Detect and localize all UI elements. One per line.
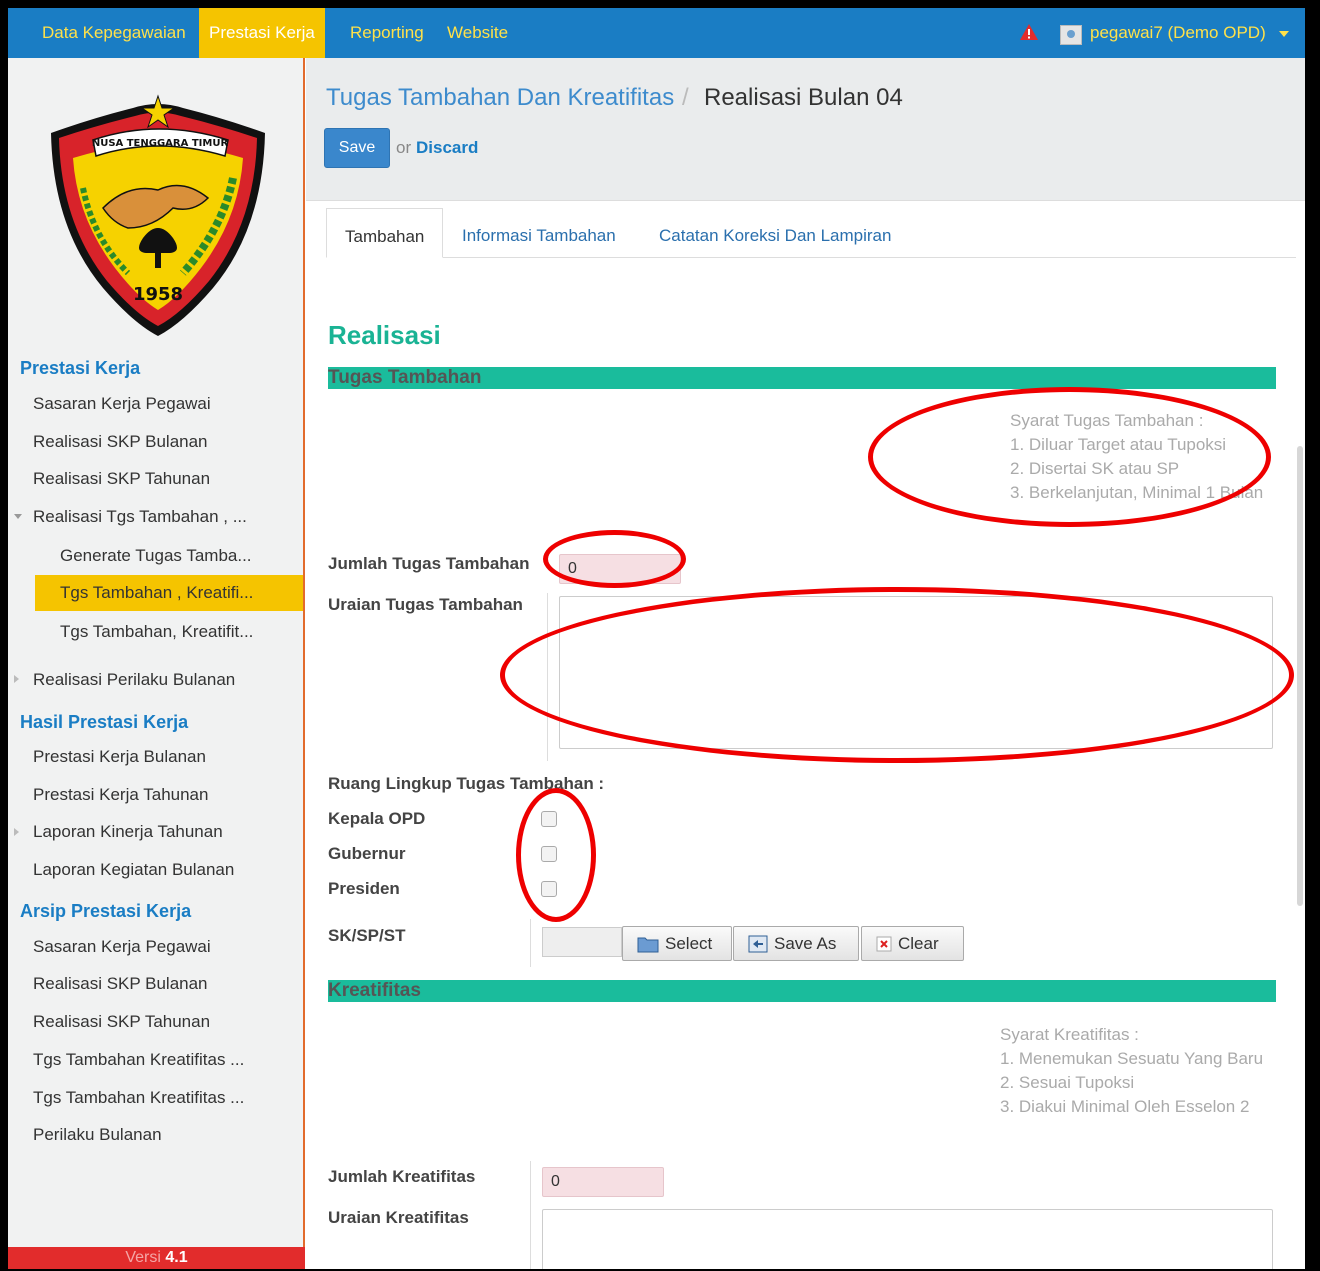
jumlah-tugas-label: Jumlah Tugas Tambahan [328, 554, 530, 573]
nav-data-kepegawaian[interactable]: Data Kepegawaian [32, 8, 196, 58]
save-button[interactable]: Save [324, 128, 390, 168]
clear-button[interactable]: Clear [861, 926, 964, 961]
save-as-button[interactable]: Save As [733, 926, 859, 961]
annotation-ellipse-jumlah [543, 530, 686, 588]
user-menu[interactable]: pegawai7 (Demo OPD) [1090, 8, 1266, 58]
caret-down-icon[interactable] [1279, 31, 1289, 37]
annotation-ellipse-uraian [500, 587, 1294, 763]
scrollbar[interactable] [1297, 446, 1303, 906]
clear-label: Clear [898, 933, 939, 953]
nav-reporting[interactable]: Reporting [340, 8, 434, 58]
warning-icon[interactable] [1019, 23, 1039, 41]
sidebar-item-realisasi-perilaku[interactable]: Realisasi Perilaku Bulanan [33, 670, 235, 690]
sidebar-item-realisasi-skp-bulanan[interactable]: Realisasi SKP Bulanan [33, 432, 208, 452]
folder-icon [637, 937, 659, 952]
sidebar-section-hasil[interactable]: Hasil Prestasi Kerja [20, 712, 188, 733]
expand-right-icon[interactable] [14, 675, 19, 683]
breadcrumb-separator: / [682, 84, 689, 111]
note-line: 3. Diakui Minimal Oleh Esselon 2 [1000, 1097, 1250, 1116]
sk-file-display [542, 927, 622, 957]
page-header: Tugas Tambahan Dan Kreatifitas / Realisa… [306, 58, 1305, 201]
ntt-crest-logo: NUSA TENGGARA TIMUR 1958 [51, 94, 265, 336]
save-as-icon [748, 935, 768, 952]
sk-label: SK/SP/ST [328, 926, 406, 945]
checkbox-label-gubernur: Gubernur [328, 844, 406, 863]
sidebar-item-laporan-kinerja[interactable]: Laporan Kinerja Tahunan [33, 822, 223, 842]
or-text: or [396, 138, 412, 157]
sidebar-item-realisasi-skp-tahunan[interactable]: Realisasi SKP Tahunan [33, 469, 210, 489]
logo-year: 1958 [133, 284, 183, 305]
page-title: Realisasi Bulan 04 [704, 84, 903, 111]
section-title: Realisasi [328, 320, 441, 350]
uraian-tugas-label: Uraian Tugas Tambahan [328, 595, 523, 614]
sidebar-item-prestasi-tahunan[interactable]: Prestasi Kerja Tahunan [33, 785, 208, 805]
sidebar-item-realisasi-tgs-tambahan[interactable]: Realisasi Tgs Tambahan , ... [33, 507, 247, 527]
sidebar-item-arsip-skp-bulanan[interactable]: Realisasi SKP Bulanan [33, 974, 208, 994]
uraian-kreatifitas-textarea[interactable] [542, 1209, 1273, 1269]
checkbox-label-kepala-opd: Kepala OPD [328, 809, 426, 828]
sidebar-section-prestasi-kerja[interactable]: Prestasi Kerja [20, 358, 140, 379]
form-content: Tambahan Informasi Tambahan Catatan Kore… [306, 201, 1305, 1269]
tab-catatan-koreksi[interactable]: Catatan Koreksi Dan Lampiran [641, 208, 909, 258]
uraian-kreatifitas-label: Uraian Kreatifitas [328, 1208, 469, 1227]
sidebar-item-arsip-sasaran[interactable]: Sasaran Kerja Pegawai [33, 937, 211, 957]
nav-website[interactable]: Website [437, 8, 518, 58]
sidebar-item-prestasi-bulanan[interactable]: Prestasi Kerja Bulanan [33, 747, 206, 767]
sidebar-subitem-tgs-tambahan-2[interactable]: Tgs Tambahan, Kreatifit... [60, 622, 253, 642]
nav-prestasi-kerja[interactable]: Prestasi Kerja [199, 8, 325, 58]
select-file-button[interactable]: Select [622, 926, 732, 961]
sidebar-subitem-tgs-tambahan-active[interactable]: Tgs Tambahan , Kreatifi... [35, 575, 303, 611]
field-divider [530, 919, 531, 967]
sidebar-subitem-generate[interactable]: Generate Tugas Tamba... [60, 546, 252, 566]
tab-bar: Tambahan Informasi Tambahan Catatan Kore… [326, 208, 1296, 258]
note-line: 1. Menemukan Sesuatu Yang Baru [1000, 1049, 1264, 1068]
clear-x-icon [876, 936, 892, 951]
sidebar: NUSA TENGGARA TIMUR 1958 Prestasi Kerja … [8, 58, 305, 1269]
select-label: Select [665, 933, 713, 953]
tugas-tambahan-bar: Tugas Tambahan [328, 367, 1276, 389]
jumlah-kreatifitas-input[interactable] [542, 1167, 664, 1197]
sidebar-item-arsip-tgs-2[interactable]: Tgs Tambahan Kreatifitas ... [33, 1088, 244, 1108]
version-number: 4.1 [165, 1249, 188, 1266]
field-divider [530, 1161, 531, 1269]
note-line: 2. Sesuai Tupoksi [1000, 1073, 1135, 1092]
sidebar-item-sasaran-kerja[interactable]: Sasaran Kerja Pegawai [33, 394, 211, 414]
logo-ribbon-text: NUSA TENGGARA TIMUR [92, 138, 229, 149]
annotation-ellipse-requirements [868, 387, 1271, 527]
user-avatar-icon[interactable] [1060, 25, 1082, 45]
breadcrumb-link[interactable]: Tugas Tambahan Dan Kreatifitas [326, 84, 674, 112]
app-window: Data Kepegawaian Prestasi Kerja Reportin… [8, 8, 1305, 1269]
discard-link[interactable]: Discard [416, 138, 478, 158]
sidebar-section-arsip[interactable]: Arsip Prestasi Kerja [20, 901, 191, 922]
sidebar-item-arsip-tgs-1[interactable]: Tgs Tambahan Kreatifitas ... [33, 1050, 244, 1070]
note-line: Syarat Kreatifitas : [1000, 1025, 1139, 1044]
jumlah-kreatifitas-label: Jumlah Kreatifitas [328, 1167, 476, 1186]
version-footer: Versi 4.1 [8, 1247, 305, 1269]
expand-down-icon[interactable] [14, 514, 22, 519]
tab-tambahan[interactable]: Tambahan [326, 208, 444, 258]
kreatifitas-bar: Kreatifitas [328, 980, 1276, 1002]
save-as-label: Save As [774, 933, 837, 953]
sidebar-item-arsip-skp-tahunan[interactable]: Realisasi SKP Tahunan [33, 1012, 210, 1032]
checkbox-label-presiden: Presiden [328, 879, 400, 898]
version-label: Versi [125, 1249, 161, 1266]
top-navbar: Data Kepegawaian Prestasi Kerja Reportin… [8, 8, 1305, 58]
sidebar-item-arsip-perilaku[interactable]: Perilaku Bulanan [33, 1125, 162, 1145]
tab-informasi-tambahan[interactable]: Informasi Tambahan [444, 208, 634, 258]
annotation-ellipse-checkboxes [516, 788, 596, 922]
sidebar-item-laporan-kegiatan[interactable]: Laporan Kegiatan Bulanan [33, 860, 234, 880]
expand-right-icon[interactable] [14, 828, 19, 836]
kreatifitas-requirements-note: Syarat Kreatifitas : 1. Menemukan Sesuat… [1000, 1023, 1263, 1119]
